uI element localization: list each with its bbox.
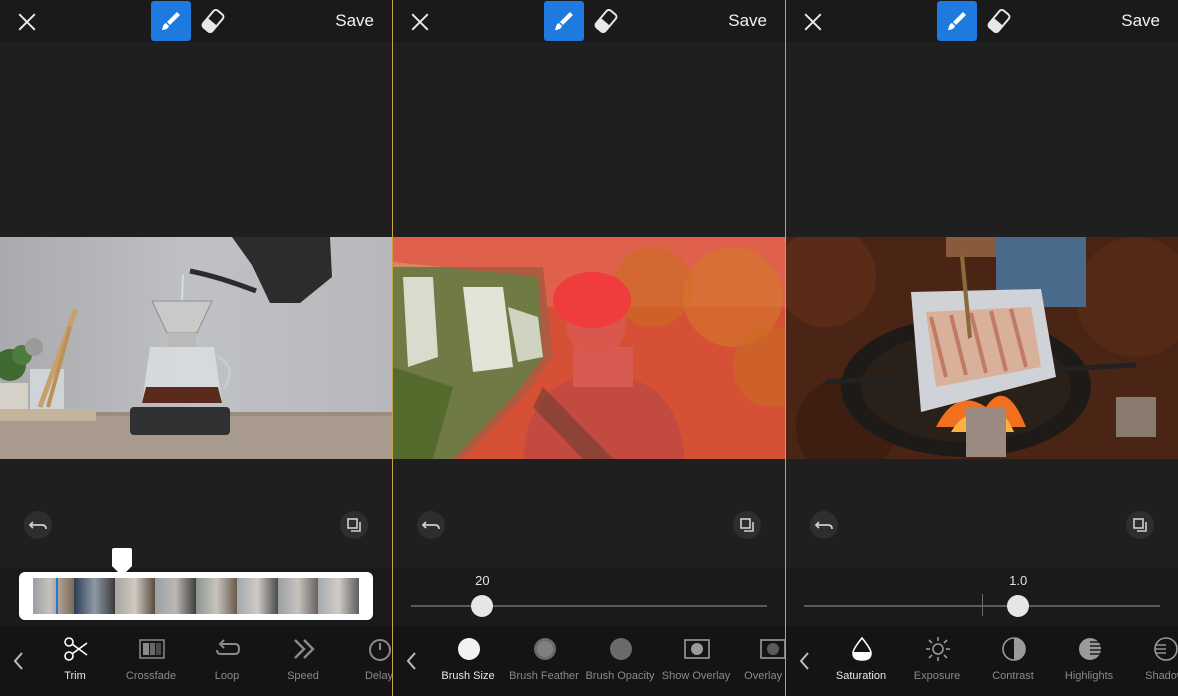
brush-feather-icon (534, 638, 556, 660)
brush-tool-button[interactable] (544, 1, 584, 41)
eraser-tool-button[interactable] (986, 7, 1012, 35)
tool-loop[interactable]: Loop (189, 632, 265, 692)
back-chevron-button[interactable] (403, 650, 421, 672)
tool-label: Overlay Op (744, 670, 785, 682)
tool-trim[interactable]: Trim (37, 632, 113, 692)
undo-icon (421, 521, 440, 530)
filmstrip-frames (33, 578, 359, 614)
contrast-icon (1002, 637, 1026, 661)
tool-delay[interactable]: Delay (341, 632, 392, 692)
brush-tool-button[interactable] (937, 1, 977, 41)
slider-track[interactable] (411, 605, 767, 607)
compare-button[interactable] (733, 511, 761, 539)
editor-panel-video: Save Trim Crossfade Loop Speed Delay (0, 0, 392, 696)
eraser-icon (594, 8, 618, 34)
top-bar: Save (393, 0, 785, 42)
chevron-left-icon (406, 652, 416, 670)
slider-value: 20 (475, 573, 490, 588)
photo-coffee (0, 237, 392, 459)
brush-tool-button[interactable] (151, 1, 191, 41)
close-button[interactable] (407, 9, 433, 35)
tool-brush-feather[interactable]: Brush Feather (506, 632, 582, 692)
crossfade-icon (139, 639, 165, 659)
exposure-icon (926, 637, 950, 661)
tool-highlights[interactable]: Highlights (1051, 632, 1127, 692)
chevron-left-icon (799, 652, 809, 670)
undo-button[interactable] (810, 511, 838, 539)
scissors-icon (64, 637, 88, 661)
undo-icon (28, 521, 47, 530)
compare-button[interactable] (340, 511, 368, 539)
brush-icon (948, 12, 966, 30)
delay-icon (369, 639, 391, 661)
tool-saturation[interactable]: Saturation (823, 632, 899, 692)
film-frame (277, 578, 319, 614)
filmstrip[interactable] (19, 572, 373, 620)
save-button[interactable]: Save (1121, 11, 1160, 31)
save-button[interactable]: Save (335, 11, 374, 31)
film-frame (33, 578, 74, 614)
film-frame (155, 578, 196, 614)
save-button[interactable]: Save (728, 11, 767, 31)
compare-icon (740, 518, 754, 532)
close-button[interactable] (14, 9, 40, 35)
undo-button[interactable] (417, 511, 445, 539)
eraser-icon (201, 8, 225, 34)
brush-icon (555, 12, 573, 30)
highlights-icon (1079, 638, 1101, 660)
tool-crossfade[interactable]: Crossfade (113, 632, 189, 692)
brush-icon (162, 12, 180, 30)
tool-label: Shadow (1145, 670, 1178, 682)
tool-overlay-opacity[interactable]: Overlay Op (734, 632, 785, 692)
tool-brush-opacity[interactable]: Brush Opacity (582, 632, 658, 692)
back-chevron-button[interactable] (796, 650, 814, 672)
saturation-icon (852, 636, 872, 661)
top-bar: Save (786, 0, 1178, 42)
slider-value: 1.0 (1009, 573, 1028, 588)
undo-icon (814, 521, 833, 530)
photo-campfire-bacon (786, 237, 1178, 459)
slider-center-mark (982, 594, 983, 616)
close-button[interactable] (800, 9, 826, 35)
brush-opacity-icon (610, 638, 632, 660)
chevron-left-icon (13, 652, 23, 670)
tool-contrast[interactable]: Contrast (975, 632, 1051, 692)
tool-shadows[interactable]: Shadow (1127, 632, 1178, 692)
film-frame (196, 578, 237, 614)
tool-label: Delay (364, 670, 392, 682)
editor-panel-adjust: Save 1.0 Saturation Exposure Contrast Hi… (785, 0, 1178, 696)
compare-icon (1133, 518, 1147, 532)
shadows-icon (1154, 637, 1178, 661)
overlay-opacity-icon (760, 639, 785, 659)
tool-exposure[interactable]: Exposure (899, 632, 975, 692)
tool-speed[interactable]: Speed (265, 632, 341, 692)
film-frame (318, 578, 359, 614)
tool-show-overlay[interactable]: Show Overlay (658, 632, 734, 692)
loop-icon (216, 639, 241, 655)
eraser-tool-button[interactable] (593, 7, 619, 35)
film-frame (236, 578, 278, 614)
speed-icon (294, 639, 315, 659)
film-frame (73, 578, 115, 614)
show-overlay-icon (684, 639, 710, 659)
back-chevron-button[interactable] (10, 650, 28, 672)
tool-brush-size[interactable]: Brush Size (430, 632, 506, 692)
brush-size-icon (458, 638, 480, 660)
compare-icon (347, 518, 361, 532)
eraser-tool-button[interactable] (200, 7, 226, 35)
compare-button[interactable] (1126, 511, 1154, 539)
film-frame (114, 578, 156, 614)
editor-panel-brush: Save 20 Brush Size Brush Feather Brush O… (392, 0, 785, 696)
top-bar: Save (0, 0, 392, 42)
eraser-icon (987, 8, 1011, 34)
photo-waterfall-man (393, 237, 785, 459)
undo-button[interactable] (24, 511, 52, 539)
playhead-marker (56, 578, 58, 614)
trim-handle[interactable] (110, 548, 134, 576)
